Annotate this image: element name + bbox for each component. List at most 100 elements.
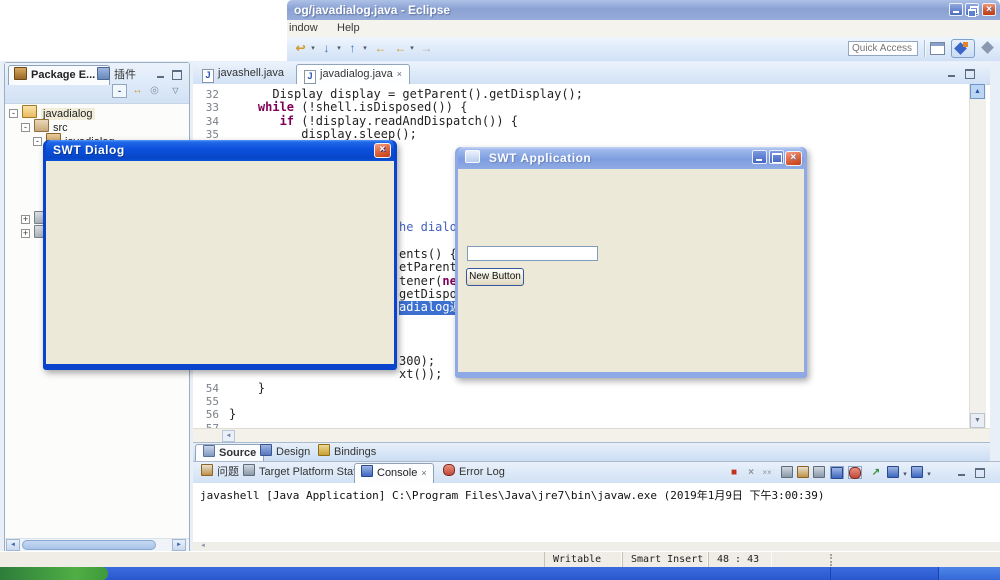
scroll-lock-icon[interactable] [797,466,811,479]
console-log-line: javashell [Java Application] C:\Program … [200,489,825,502]
remove-all-launches-icon[interactable]: ×× [760,466,774,479]
eclipse-titlebar[interactable]: og/javadialog.java - Eclipse × [287,0,1000,20]
last-edit-location-icon[interactable]: ↩ [292,40,309,57]
maximize-view-icon[interactable] [171,69,183,80]
maximize-view-icon[interactable] [974,467,986,478]
display-console-icon[interactable] [887,466,901,479]
back-history-icon[interactable]: ← [392,40,409,57]
forward-icon[interactable]: → [418,40,435,57]
close-icon[interactable]: × [982,3,996,16]
plugins-icon [97,67,110,80]
chevron-down-icon[interactable]: ▾ [309,44,317,52]
tab-label: Error Log [459,466,505,478]
plugin-perspective-icon[interactable] [978,39,997,58]
open-perspective-icon[interactable] [928,39,947,58]
terminate-icon[interactable]: ■ [727,466,741,479]
previous-annotation-icon[interactable]: ↑ [344,40,361,57]
system-tray[interactable] [938,567,1000,580]
tab-bindings[interactable]: Bindings [311,444,383,462]
taskbar[interactable] [0,567,1000,580]
chevron-down-icon[interactable]: ▾ [335,44,343,52]
minimize-view-icon[interactable] [155,69,167,80]
code-fragment: 300); [399,355,435,368]
view-menu-icon[interactable]: ▽ [168,84,183,98]
tab-label: Target Platform State [259,466,362,478]
restore-icon[interactable] [965,3,979,16]
close-icon[interactable]: × [374,143,391,158]
collapse-expander-icon[interactable]: - [21,123,30,132]
focus-icon[interactable]: ◎ [147,84,162,98]
relaunch-icon[interactable]: ↗ [869,466,883,479]
chevron-down-icon[interactable]: ▾ [361,44,369,52]
vertical-scrollbar[interactable]: ▲ ▼ [969,84,986,428]
horizontal-scrollbar[interactable]: ◄ ► [5,538,189,552]
collapse-all-icon[interactable]: - [112,84,127,98]
line-number: 33 [193,101,229,114]
package-explorer-icon [14,67,27,80]
new-button[interactable]: New Button [466,268,524,286]
code-text: display.sleep(); [229,127,417,141]
close-icon[interactable]: × [397,69,402,79]
maximize-icon[interactable] [769,150,784,164]
word-wrap-icon[interactable] [813,466,827,479]
stderr-glyph [849,467,861,479]
show-stdout-icon[interactable] [830,466,844,479]
scroll-left-icon[interactable]: ◄ [6,539,20,551]
tree-item-project[interactable]: -javadialog [9,105,95,119]
close-icon[interactable]: × [785,151,802,166]
chevron-down-icon[interactable]: ▾ [925,470,933,478]
open-console-icon[interactable] [911,466,925,479]
remove-launch-icon[interactable]: × [744,466,758,479]
scroll-down-icon[interactable]: ▼ [970,413,985,428]
tab-javashell[interactable]: Jjavashell.java [195,64,291,84]
console-output[interactable]: javashell [Java Application] C:\Program … [193,483,1000,542]
swt-application-titlebar[interactable]: SWT Application × [458,147,804,169]
tab-javadialog[interactable]: Jjavadialog.java× [296,64,410,84]
editor-tab-bar: Jjavashell.java Jjavadialog.java× [193,62,990,85]
expand-expander-icon[interactable]: + [21,229,30,238]
tab-package-explorer[interactable]: Package E...× [8,65,110,85]
minimize-icon[interactable] [752,150,767,164]
tab-plugins[interactable]: 插件 [97,67,136,85]
tab-label: Design [276,446,310,458]
show-stderr-icon[interactable] [848,466,862,479]
collapse-expander-icon[interactable]: - [33,137,42,146]
minimize-view-icon[interactable] [956,467,968,478]
minimize-view-icon[interactable] [946,68,958,79]
clear-console-icon[interactable] [781,466,795,479]
tree-item-src[interactable]: -src [21,119,68,133]
swt-application-window[interactable]: SWT Application × New Button [455,147,807,378]
swt-dialog-window[interactable]: SWT Dialog × [43,140,397,370]
start-button[interactable] [0,567,108,580]
code-text [229,100,258,114]
next-annotation-icon[interactable]: ↓ [318,40,335,57]
chevron-down-icon[interactable]: ▾ [901,470,909,478]
text-field[interactable] [467,246,598,261]
quick-access-input[interactable] [848,41,918,56]
horizontal-scrollbar[interactable]: ◄ [193,428,990,443]
application-icon [465,150,480,163]
scrollbar-thumb[interactable] [22,540,156,550]
link-with-editor-icon[interactable]: ↔ [130,84,145,98]
back-icon[interactable]: ← [372,40,389,57]
collapse-expander-icon[interactable]: - [9,109,18,118]
tab-design[interactable]: Design [253,444,317,462]
tab-problems[interactable]: 问题 [201,464,239,482]
chevron-down-icon[interactable]: ▾ [408,44,416,52]
scroll-left-icon[interactable]: ◄ [200,543,206,549]
maximize-view-icon[interactable] [964,68,976,79]
error-log-icon [443,464,455,476]
tab-target-platform[interactable]: Target Platform State [243,464,362,482]
scroll-left-icon[interactable]: ◄ [222,430,235,442]
tab-error-log[interactable]: Error Log [443,464,505,482]
scroll-right-icon[interactable]: ► [172,539,186,551]
minimize-icon[interactable] [949,3,963,16]
close-icon[interactable]: × [421,468,426,478]
tab-console[interactable]: Console× [354,463,434,484]
expand-expander-icon[interactable]: + [21,215,30,224]
menu-window[interactable]: indow [289,20,318,37]
swt-dialog-titlebar[interactable]: SWT Dialog × [46,140,394,161]
scroll-up-icon[interactable]: ▲ [970,84,985,99]
java-perspective-button[interactable] [951,39,975,58]
menu-help[interactable]: Help [337,20,360,37]
